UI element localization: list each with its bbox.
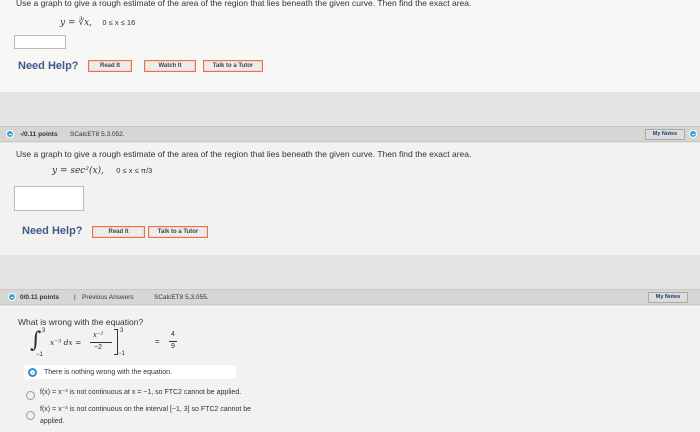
result-denominator: 9 bbox=[171, 343, 175, 350]
question-2-points: -/0.11 points bbox=[20, 131, 58, 138]
choice-2-text[interactable]: f(x) = x⁻³ is not continuous at x = −1, … bbox=[40, 388, 241, 396]
fraction-numerator: x⁻² bbox=[93, 331, 104, 339]
question-2-header: -/0.11 points SCalcET8 5.3.052. My Notes bbox=[0, 126, 700, 142]
integral-equation: ∫ 3 −1 x⁻³ dx = x⁻² −2 3 −1 = 4 9 bbox=[30, 328, 190, 360]
choice-1-text[interactable]: There is nothing wrong with the equation… bbox=[44, 369, 172, 376]
range-text: 0 ≤ x ≤ 16 bbox=[102, 18, 136, 27]
talk-to-tutor-button[interactable]: Talk to a Tutor bbox=[148, 226, 208, 238]
talk-to-tutor-button[interactable]: Talk to a Tutor bbox=[203, 60, 263, 72]
choice-radio-2[interactable] bbox=[26, 391, 35, 400]
integrand: x⁻³ dx = bbox=[50, 338, 82, 347]
my-notes-button[interactable]: My Notes bbox=[648, 292, 688, 303]
result-numerator: 4 bbox=[171, 331, 175, 338]
question-3-code: SCalcET8 5.3.055. bbox=[154, 294, 209, 301]
need-help-label: Need Help? bbox=[18, 60, 79, 72]
integral-lower-limit: −1 bbox=[36, 352, 43, 358]
question-2-panel: Use a graph to give a rough estimate of … bbox=[0, 143, 700, 255]
bracket-lower: −1 bbox=[118, 351, 125, 357]
read-it-button[interactable]: Read It bbox=[92, 226, 145, 238]
watch-it-button[interactable]: Watch It bbox=[144, 60, 196, 72]
expand-icon[interactable] bbox=[6, 130, 14, 138]
previous-answers-link[interactable]: Previous Answers bbox=[82, 294, 134, 301]
result-bar bbox=[169, 341, 177, 342]
fraction-bar bbox=[90, 342, 112, 343]
fraction-denominator: −2 bbox=[94, 344, 102, 351]
need-help-label: Need Help? bbox=[22, 225, 83, 237]
question-2-prompt: Use a graph to give a rough estimate of … bbox=[16, 149, 472, 159]
answer-input[interactable] bbox=[14, 35, 66, 49]
question-3-prompt: What is wrong with the equation? bbox=[18, 317, 144, 327]
question-2-equation: y = sec²(x), 0 ≤ x ≤ π/3 bbox=[52, 165, 152, 176]
choice-radio-1[interactable] bbox=[28, 368, 37, 377]
choice-3-text[interactable]: f(x) = x⁻³ is not continuous on the inte… bbox=[40, 405, 251, 413]
separator: | bbox=[74, 294, 76, 301]
integral-upper-limit: 3 bbox=[42, 328, 46, 334]
answer-input[interactable] bbox=[14, 186, 84, 211]
question-1-panel: Use a graph to give a rough estimate of … bbox=[0, 0, 700, 92]
my-notes-button[interactable]: My Notes bbox=[645, 129, 685, 140]
expand-icon[interactable] bbox=[8, 293, 16, 301]
read-it-button[interactable]: Read It bbox=[88, 60, 132, 72]
choice-3-text-continued[interactable]: applied. bbox=[40, 418, 65, 425]
equation-text: y = sec²(x), bbox=[52, 166, 104, 176]
range-text: 0 ≤ x ≤ π/3 bbox=[116, 166, 153, 175]
equation-text: y = ∛x, bbox=[60, 18, 93, 28]
bracket-upper: 3 bbox=[120, 328, 124, 334]
integral-sign: ∫ bbox=[30, 328, 42, 353]
question-1-equation: y = ∛x, 0 ≤ x ≤ 16 bbox=[60, 17, 135, 28]
question-1-prompt: Use a graph to give a rough estimate of … bbox=[16, 0, 472, 8]
choice-radio-3[interactable] bbox=[26, 411, 35, 420]
question-2-code: SCalcET8 5.3.052. bbox=[70, 131, 125, 138]
question-3-points: 0/0.11 points bbox=[20, 294, 60, 301]
question-3-header: 0/0.11 points | Previous Answers SCalcET… bbox=[0, 289, 700, 305]
notes-expand-icon[interactable] bbox=[689, 130, 697, 138]
equals-sign: = bbox=[155, 337, 160, 346]
